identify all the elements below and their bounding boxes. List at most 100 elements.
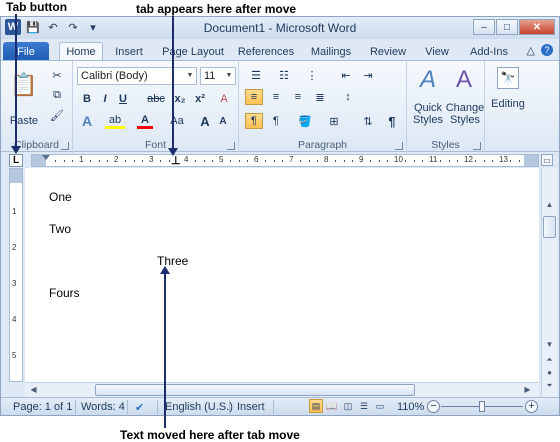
change-case-button[interactable]: Aa	[167, 113, 187, 129]
full-screen-reading-icon[interactable]: 📖	[325, 399, 339, 413]
styles-launcher-icon[interactable]	[473, 142, 481, 150]
editing-button[interactable]: Editing	[485, 97, 531, 111]
horizontal-scroll-thumb[interactable]	[95, 384, 415, 396]
horizontal-ruler[interactable]: ⊥ 1 2 3 4 5 6 7 8 9 10 11 12 13	[31, 154, 539, 167]
highlight-icon[interactable]: ab	[105, 113, 125, 129]
tab-page-layout[interactable]: Page Layout	[157, 42, 229, 61]
zoom-level[interactable]: 110%	[397, 400, 424, 414]
ruler-tick	[282, 160, 284, 162]
font-launcher-icon[interactable]	[227, 142, 235, 150]
left-tab-stop[interactable]: ⊥	[171, 156, 181, 167]
select-browse-object-icon[interactable]: ●	[543, 366, 556, 379]
tab-references[interactable]: References	[235, 42, 297, 61]
insert-mode[interactable]: Insert	[237, 400, 265, 414]
numbering-icon[interactable]: ☷	[273, 67, 295, 83]
scroll-up-icon[interactable]: ▲	[543, 198, 556, 211]
draft-icon[interactable]: ▭	[373, 399, 387, 413]
increase-indent-icon[interactable]: ⇥	[359, 67, 377, 83]
paragraph-group: ☰ ☷ ⋮ ⇤ ⇥ ≡ ≡ ≡ ≣ ↕ ¶ ¶ 🪣 ⊞ ⇅ ¶ Paragrap…	[239, 61, 407, 153]
shrink-font-button[interactable]: A	[215, 113, 231, 129]
tab-review[interactable]: Review	[365, 42, 411, 61]
horizontal-scrollbar[interactable]: ◀ ▶	[25, 382, 539, 397]
clear-formatting-icon[interactable]: A	[215, 91, 233, 107]
next-page-icon[interactable]: ⏷	[543, 379, 556, 392]
italic-button[interactable]: I	[97, 91, 113, 107]
font-color-icon[interactable]: A	[137, 113, 153, 129]
ruler-tick	[98, 160, 100, 162]
ltr-icon[interactable]: ¶	[245, 113, 263, 129]
ruler-tick	[439, 160, 441, 162]
strikethrough-button[interactable]: abc	[145, 91, 167, 107]
view-ruler-icon[interactable]: ▭	[541, 154, 553, 166]
page-count[interactable]: Page: 1 of 1	[13, 400, 72, 414]
tab-view[interactable]: View	[419, 42, 455, 61]
previous-page-icon[interactable]: ⏶	[543, 353, 556, 366]
minimize-ribbon-icon[interactable]: △	[527, 44, 535, 57]
zoom-slider-thumb[interactable]	[479, 401, 485, 412]
scroll-down-icon[interactable]: ▼	[543, 338, 556, 351]
align-left-icon[interactable]: ≡	[245, 89, 263, 105]
word-count[interactable]: Words: 4	[81, 400, 125, 414]
grow-font-button[interactable]: A	[197, 113, 213, 129]
ribbon-home: 📋 Paste ✂ ⧉ 🖌 Clipboard Calibri (Body) ▼…	[1, 60, 559, 153]
shading-icon[interactable]: 🪣	[295, 113, 315, 129]
paste-button[interactable]: 📋	[9, 65, 39, 105]
document-line-two[interactable]: Two	[49, 222, 71, 236]
close-button[interactable]: ✕	[519, 19, 555, 35]
underline-button[interactable]: U	[115, 91, 131, 107]
outline-icon[interactable]: ☰	[357, 399, 371, 413]
superscript-button[interactable]: x²	[191, 91, 209, 107]
document-line-one[interactable]: One	[49, 190, 72, 204]
document-line-four[interactable]: Fours	[49, 286, 80, 300]
multilevel-list-icon[interactable]: ⋮	[301, 67, 323, 83]
ruler-tick	[387, 160, 389, 162]
cut-icon[interactable]: ✂	[49, 67, 65, 83]
language[interactable]: English (U.S.)	[165, 400, 233, 414]
print-layout-icon[interactable]: ▤	[309, 399, 323, 413]
justify-icon[interactable]: ≣	[311, 89, 329, 105]
proofing-icon[interactable]: ✔	[135, 400, 144, 414]
tab-home[interactable]: Home	[59, 42, 103, 61]
maximize-button[interactable]: □	[496, 19, 518, 35]
font-name-box[interactable]: Calibri (Body) ▼	[77, 67, 197, 85]
font-size-box[interactable]: 11 ▼	[200, 67, 236, 85]
clipboard-launcher-icon[interactable]	[61, 142, 69, 150]
web-layout-icon[interactable]: ◫	[341, 399, 355, 413]
show-formatting-button[interactable]: ¶	[383, 113, 401, 129]
copy-icon[interactable]: ⧉	[49, 87, 65, 103]
sort-icon[interactable]: ⇅	[359, 113, 377, 129]
zoom-out-button[interactable]: −	[427, 400, 440, 413]
vertical-scroll-thumb[interactable]	[543, 216, 556, 238]
tab-selector-button[interactable]: L	[9, 154, 23, 167]
zoom-in-button[interactable]: +	[525, 400, 538, 413]
quick-styles-label[interactable]: Quick Styles	[409, 101, 447, 127]
format-painter-icon[interactable]: 🖌	[49, 107, 65, 123]
rtl-icon[interactable]: ¶	[267, 113, 285, 129]
tab-mailings[interactable]: Mailings	[305, 42, 357, 61]
scroll-right-icon[interactable]: ▶	[521, 383, 534, 396]
vertical-scrollbar[interactable]: ▲ ▼ ⏶ ● ⏷	[541, 168, 557, 398]
scroll-left-icon[interactable]: ◀	[27, 383, 40, 396]
align-center-icon[interactable]: ≡	[267, 89, 285, 105]
editing-icon[interactable]: 🔭	[497, 67, 519, 89]
vertical-ruler[interactable]: 1 2 3 4 5	[9, 168, 23, 382]
decrease-indent-icon[interactable]: ⇤	[337, 67, 355, 83]
tab-file[interactable]: File	[3, 42, 49, 61]
borders-icon[interactable]: ⊞	[325, 113, 343, 129]
align-right-icon[interactable]: ≡	[289, 89, 307, 105]
bullets-icon[interactable]: ☰	[245, 67, 267, 83]
document-page[interactable]: One Two Three Fours	[25, 168, 539, 382]
quick-styles-icon[interactable]: A	[415, 65, 441, 95]
bold-button[interactable]: B	[79, 91, 95, 107]
help-icon[interactable]: ?	[541, 44, 553, 56]
text-effects-icon[interactable]: A	[79, 113, 95, 129]
change-styles-label[interactable]: Change Styles	[445, 101, 485, 127]
change-styles-icon[interactable]: A	[451, 65, 477, 95]
minimize-button[interactable]: –	[473, 19, 495, 35]
first-line-indent-marker[interactable]	[42, 155, 50, 160]
tab-add-ins[interactable]: Add-Ins	[463, 42, 515, 61]
ruler-number: 10	[394, 155, 403, 164]
paragraph-launcher-icon[interactable]	[395, 142, 403, 150]
tab-insert[interactable]: Insert	[109, 42, 149, 61]
line-spacing-icon[interactable]: ↕	[337, 89, 359, 105]
